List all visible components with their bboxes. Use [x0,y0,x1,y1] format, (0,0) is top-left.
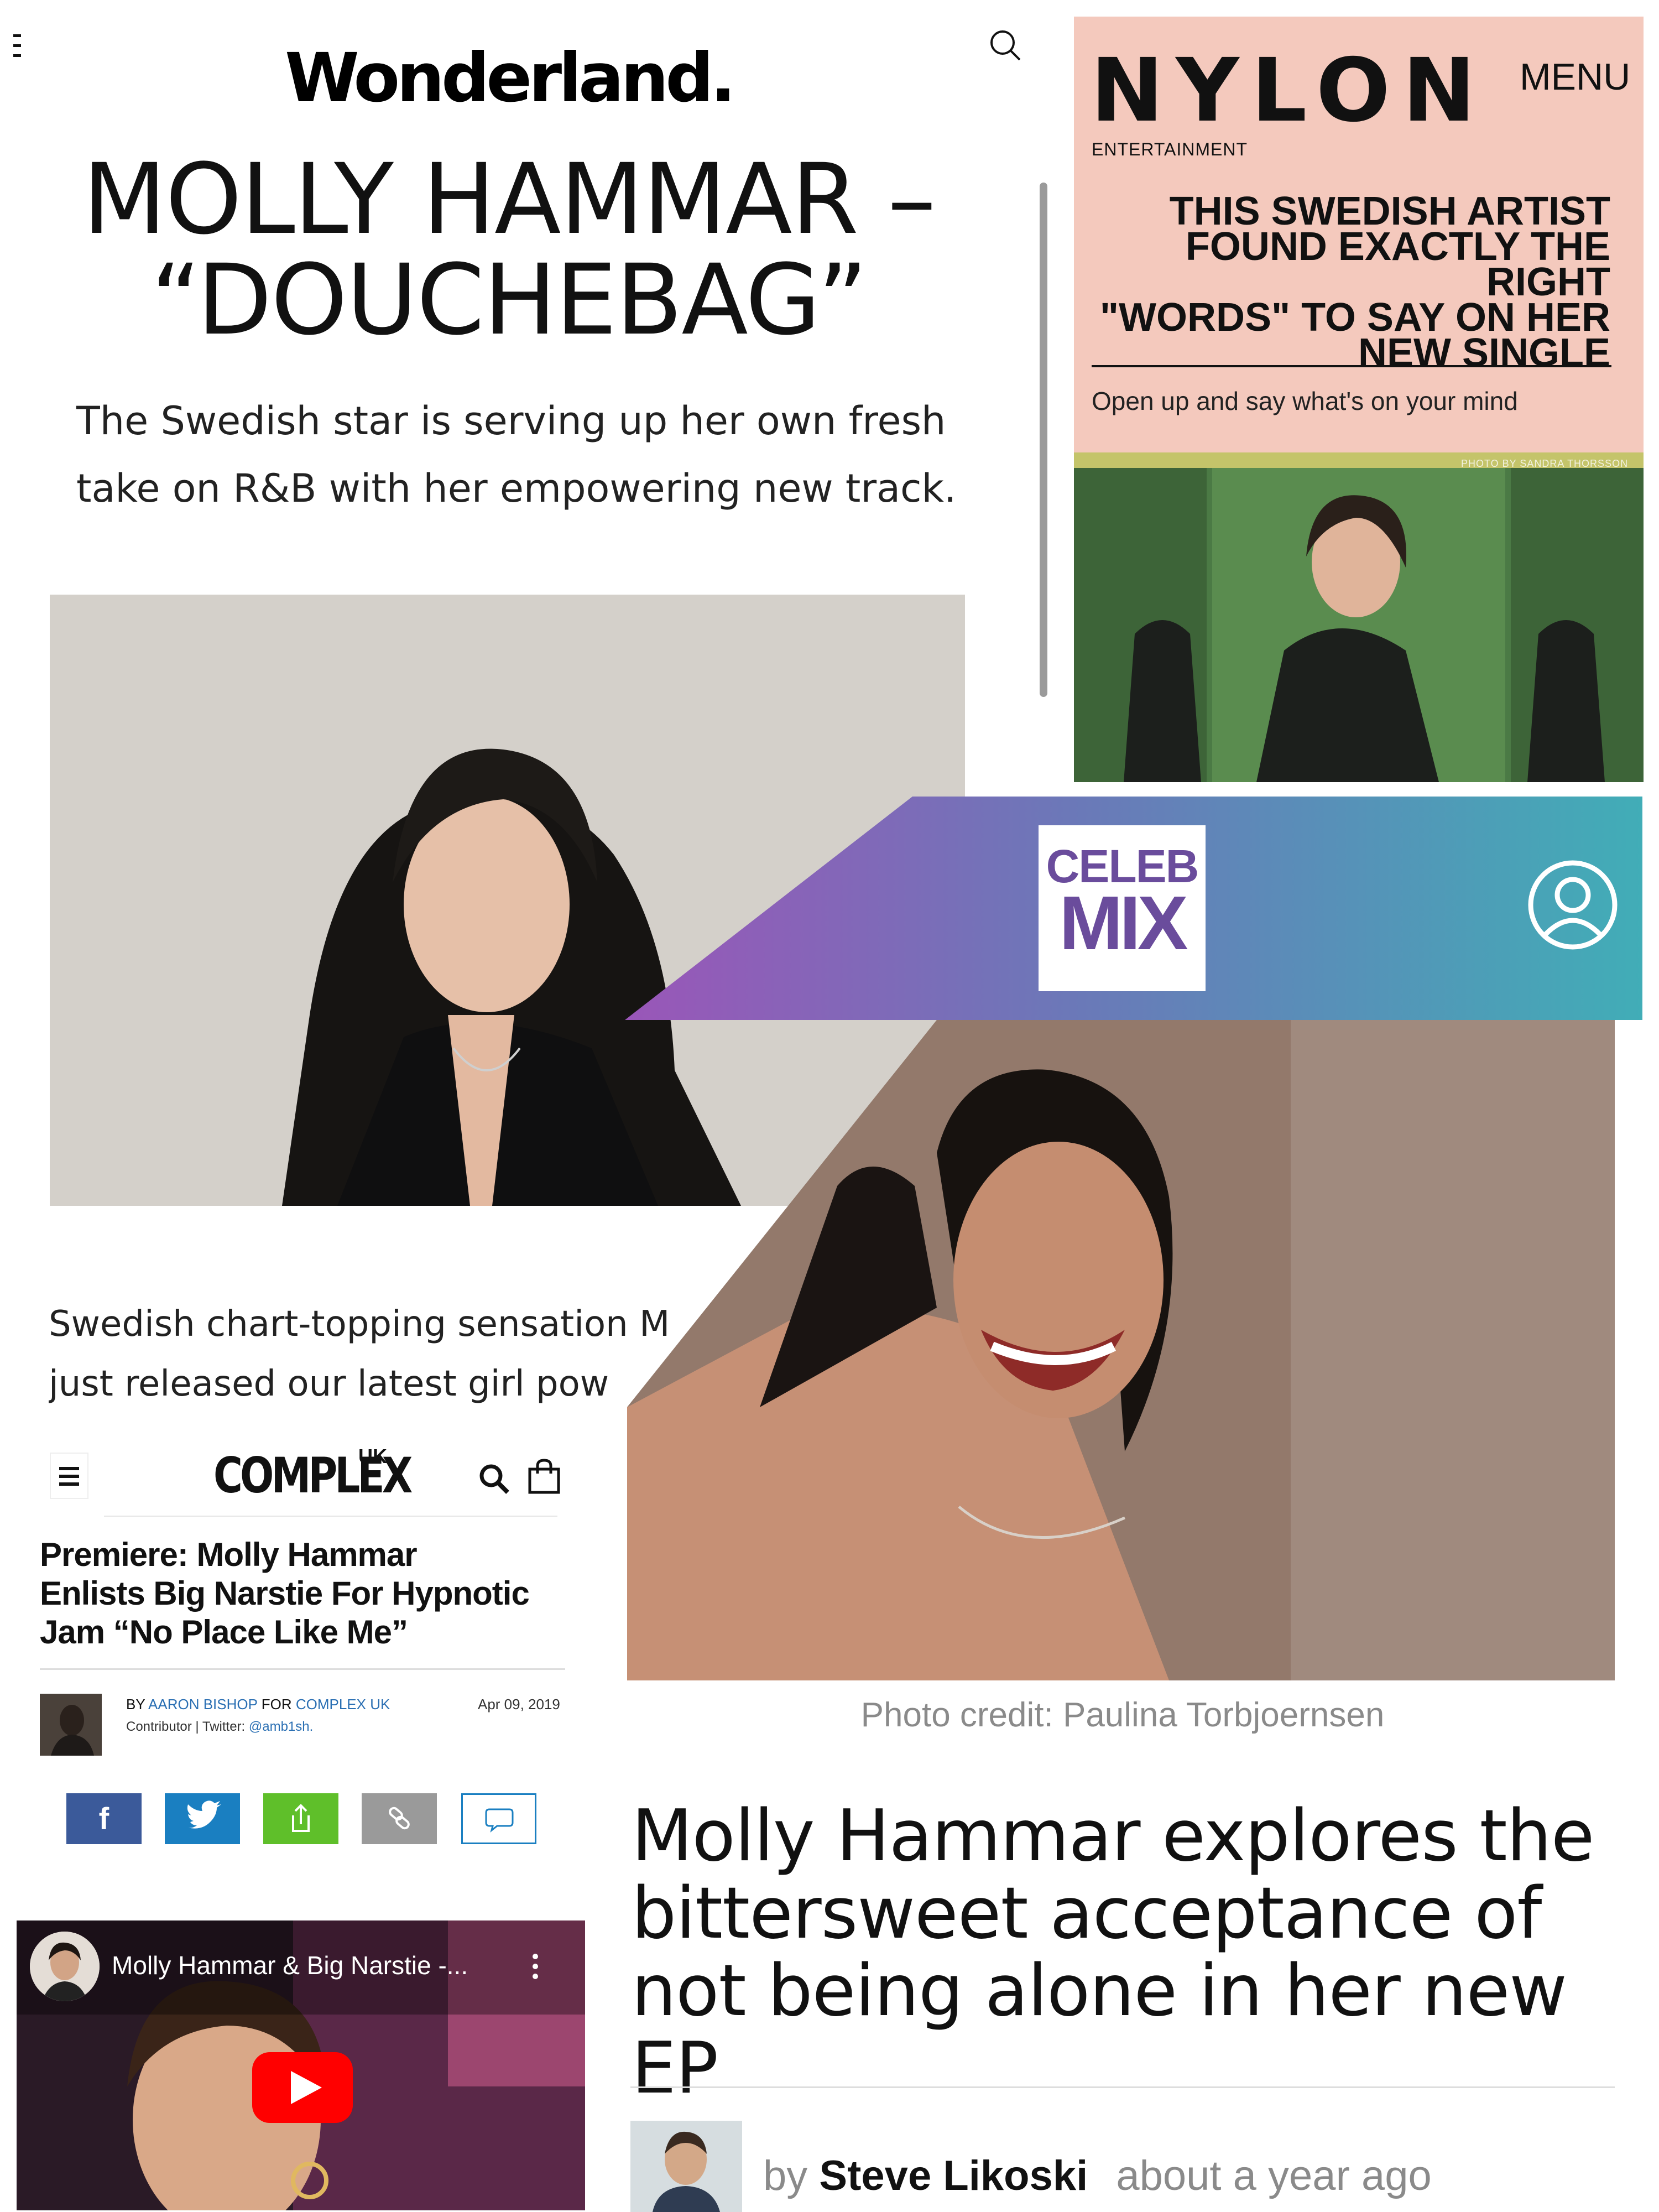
publish-date: Apr 09, 2019 [478,1696,560,1713]
article-dek: Open up and say what's on your mind [1092,387,1518,415]
search-icon[interactable] [989,29,1022,62]
outlet-link[interactable]: COMPLEX UK [296,1696,390,1713]
user-account-icon[interactable] [1526,858,1619,951]
search-icon[interactable] [478,1462,510,1495]
article-headline: Premiere: Molly Hammar Enlists Big Narst… [40,1536,530,1651]
share-button[interactable] [263,1793,338,1844]
publish-time: about a year ago [1116,2152,1432,2199]
copy-link-button[interactable] [362,1793,437,1844]
celebmix-article-screenshot: CELEB MIX Photo credit: Paulina Torbjoer… [625,797,1659,2212]
article-title: Molly Hammar explores the bittersweet ac… [632,1795,1595,2110]
author-role: Contributor | Twitter: @amb1sh. [126,1719,314,1734]
nylon-article-screenshot: NYLON MENU ENTERTAINMENT THIS SWEDISH AR… [1074,17,1644,782]
divider [1092,365,1611,367]
play-button-icon[interactable] [252,2052,353,2123]
nylon-logo[interactable]: NYLON [1091,40,1488,142]
facebook-icon: f [98,1801,109,1836]
wonderland-logo[interactable]: Wonderland. [0,39,1018,117]
link-icon [389,1807,410,1830]
author-link[interactable]: AARON BISHOP [148,1696,257,1713]
hero-photo [627,1020,1615,1680]
category-label[interactable]: ENTERTAINMENT [1092,139,1248,160]
byline: BY AARON BISHOP FOR COMPLEX UK [126,1696,390,1713]
author-avatar[interactable] [40,1694,102,1756]
more-options-icon[interactable] [531,1954,540,1987]
twitter-icon [187,1800,221,1829]
article-subtitle: The Swedish star is serving up her own f… [76,398,957,511]
divider [104,1516,557,1517]
complex-logo-suffix: UK [358,1445,387,1467]
divider [630,2086,1615,2088]
byline: by Steve Likoski about a year ago [763,2152,1432,2199]
comment-icon [485,1808,514,1833]
author-avatar[interactable] [630,2121,742,2212]
article-photo [1074,468,1644,782]
shopping-bag-icon[interactable] [526,1458,562,1495]
channel-avatar[interactable] [30,1932,100,2001]
embedded-video[interactable]: Molly Hammar & Big Narstie -... [17,1920,585,2210]
complex-article-screenshot: COMPLEX UK Premiere: Molly Hammar Enlist… [15,1436,585,2210]
comment-button[interactable] [461,1793,536,1844]
divider [40,1668,565,1670]
facebook-share-button[interactable]: f [66,1793,142,1844]
twitter-handle-link[interactable]: @amb1sh. [249,1719,313,1734]
video-title[interactable]: Molly Hammar & Big Narstie -... [112,1950,468,1980]
author-name[interactable]: Steve Likoski [819,2152,1088,2199]
menu-button[interactable]: MENU [1520,55,1630,98]
hamburger-menu-icon[interactable] [50,1453,88,1499]
article-title: MOLLY HAMMAR – “DOUCHEBAG” [82,143,936,357]
photo-credit: Photo credit: Paulina Torbjoernsen [860,1696,1385,1734]
share-icon [292,1804,310,1832]
twitter-share-button[interactable] [165,1793,240,1844]
celebmix-logo-bottom: MIX [1059,881,1188,966]
article-headline: THIS SWEDISH ARTIST FOUND EXACTLY THE RI… [1099,189,1610,375]
scrollbar[interactable] [1040,183,1047,697]
